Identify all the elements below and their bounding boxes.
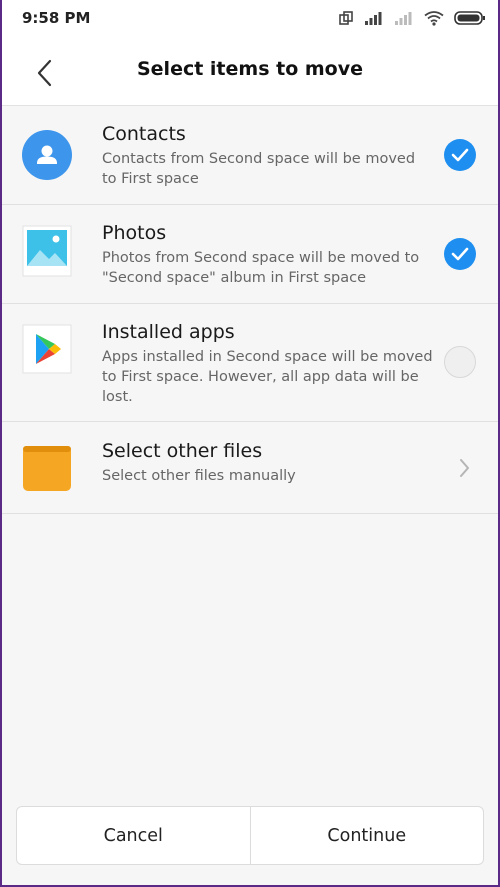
item-description: Select other files manually	[102, 468, 296, 484]
folder-icon	[22, 444, 72, 494]
item-description: Photos from Second space will be moved t…	[102, 250, 420, 286]
item-description: Contacts from Second space will be moved…	[102, 151, 416, 187]
photos-text: Photos Photos from Second space will be …	[102, 221, 434, 288]
item-description: Apps installed in Second space will be m…	[102, 349, 433, 405]
contacts-text: Contacts Contacts from Second space will…	[102, 122, 434, 189]
signal-weak-icon	[395, 12, 412, 25]
item-title: Contacts	[102, 123, 186, 145]
list-item-installed-apps[interactable]: Installed apps Apps installed in Second …	[2, 304, 498, 422]
signal-icon	[365, 12, 382, 25]
status-bar: 9:58 PM	[2, 0, 498, 36]
play-store-icon	[22, 324, 72, 374]
cancel-button[interactable]: Cancel	[17, 807, 250, 864]
items-list: Contacts Contacts from Second space will…	[2, 106, 498, 514]
status-time: 9:58 PM	[22, 9, 91, 27]
installed-apps-checkbox[interactable]	[444, 346, 476, 378]
check-icon	[451, 247, 469, 261]
contacts-icon	[22, 130, 72, 180]
item-title: Select other files	[102, 440, 263, 462]
phone-screen: 9:58 PM Select items to move Contacts Co…	[0, 0, 500, 887]
continue-button[interactable]: Continue	[251, 807, 484, 864]
battery-icon	[454, 11, 485, 25]
chevron-right-icon	[456, 458, 472, 478]
page-title: Select items to move	[136, 58, 363, 80]
screen-cast-icon	[339, 11, 353, 25]
contacts-checkbox[interactable]	[444, 139, 476, 171]
status-icons	[338, 10, 486, 26]
wifi-icon	[424, 11, 444, 26]
check-icon	[451, 148, 469, 162]
bottom-action-bar: Cancel Continue	[16, 806, 484, 865]
list-item-select-other-files[interactable]: Select other files Select other files ma…	[2, 422, 498, 514]
photos-icon	[22, 225, 72, 277]
select-files-text: Select other files Select other files ma…	[102, 439, 434, 486]
item-title: Photos	[102, 222, 167, 244]
list-item-photos[interactable]: Photos Photos from Second space will be …	[2, 205, 498, 304]
header: Select items to move	[2, 36, 498, 106]
installed-apps-text: Installed apps Apps installed in Second …	[102, 320, 434, 407]
list-item-contacts[interactable]: Contacts Contacts from Second space will…	[2, 106, 498, 205]
photos-checkbox[interactable]	[444, 238, 476, 270]
item-title: Installed apps	[102, 321, 235, 343]
